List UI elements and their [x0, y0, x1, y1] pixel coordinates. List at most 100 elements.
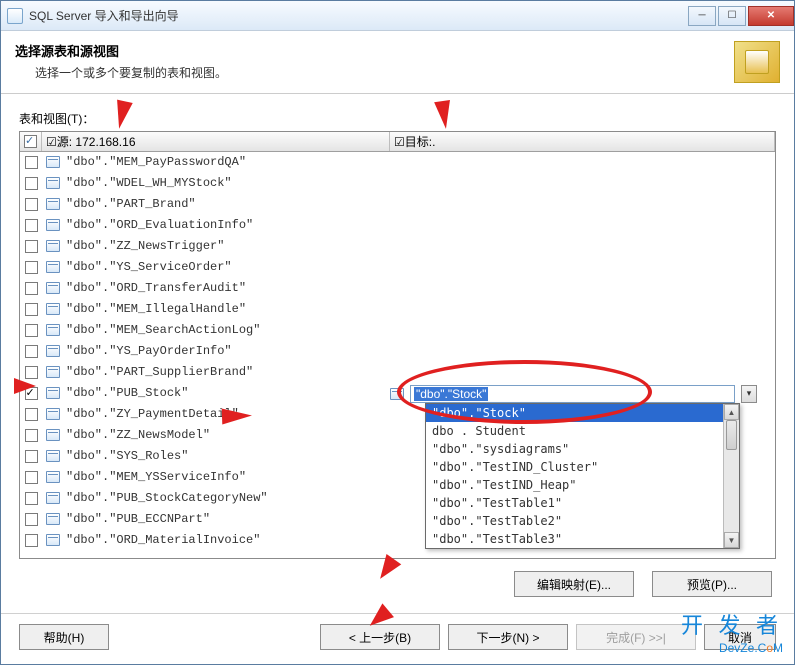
table-icon: [46, 450, 60, 462]
header-destination[interactable]: ☑ 目标:.: [390, 132, 775, 151]
select-all-checkbox[interactable]: [24, 135, 37, 148]
source-name: "dbo"."ZZ_NewsTrigger": [66, 239, 224, 253]
row-checkbox[interactable]: [25, 450, 38, 463]
wizard-header: 选择源表和源视图 选择一个或多个要复制的表和视图。: [1, 31, 794, 94]
table-row[interactable]: "dbo"."WDEL_WH_MYStock": [20, 173, 775, 194]
table-icon: [46, 219, 60, 231]
row-checkbox[interactable]: [25, 324, 38, 337]
grid-actions: 编辑映射(E)... 预览(P)...: [19, 559, 776, 601]
row-checkbox[interactable]: [25, 366, 38, 379]
scroll-up-icon[interactable]: ▲: [724, 404, 739, 420]
table-row[interactable]: "dbo"."MEM_PayPasswordQA": [20, 152, 775, 173]
destination-editbox[interactable]: "dbo"."Stock": [410, 385, 735, 403]
row-checkbox[interactable]: [25, 261, 38, 274]
nav-buttons: < 上一步(B) 下一步(N) > 完成(F) >>| 取消: [320, 624, 776, 650]
row-checkbox[interactable]: [25, 282, 38, 295]
dropdown-option[interactable]: dbo . Student: [426, 422, 739, 440]
source-name: "dbo"."ORD_MaterialInvoice": [66, 533, 260, 547]
table-icon: [46, 366, 60, 378]
row-checkbox[interactable]: [25, 177, 38, 190]
grid-body: "dbo"."MEM_PayPasswordQA" "dbo"."WDEL_WH_…: [20, 152, 775, 558]
table-icon: [46, 471, 60, 483]
table-row[interactable]: "dbo"."YS_PayOrderInfo": [20, 341, 775, 362]
table-icon: [46, 177, 60, 189]
destination-cell[interactable]: "dbo"."Stock": [390, 383, 757, 404]
table-icon: [46, 156, 60, 168]
table-row[interactable]: "dbo"."MEM_IllegalHandle": [20, 299, 775, 320]
dropdown-option[interactable]: "dbo"."TestTable3": [426, 530, 739, 548]
table-row[interactable]: "dbo"."ORD_TransferAudit": [20, 278, 775, 299]
source-name: "dbo"."PUB_Stock": [66, 386, 188, 400]
table-row[interactable]: "dbo"."PART_Brand": [20, 194, 775, 215]
source-name: "dbo"."ORD_EvaluationInfo": [66, 218, 253, 232]
source-name: "dbo"."SYS_Roles": [66, 449, 188, 463]
dropdown-option[interactable]: "dbo"."TestIND_Heap": [426, 476, 739, 494]
maximize-button[interactable]: ☐: [718, 6, 746, 26]
destination-dropdown[interactable]: "dbo"."Stock"dbo . Student"dbo"."sysdiag…: [425, 403, 740, 549]
source-name: "dbo"."ORD_TransferAudit": [66, 281, 246, 295]
source-name: "dbo"."PUB_ECCNPart": [66, 512, 210, 526]
tables-label: 表和视图(T)：: [19, 110, 776, 127]
dropdown-option[interactable]: "dbo"."sysdiagrams": [426, 440, 739, 458]
scroll-down-icon[interactable]: ▼: [724, 532, 739, 548]
header-source[interactable]: ☑ 源: 172.168.16: [42, 132, 390, 151]
minimize-button[interactable]: ─: [688, 6, 716, 26]
preview-button[interactable]: 预览(P)...: [652, 571, 772, 597]
header-checkbox-cell[interactable]: [20, 132, 42, 151]
table-row[interactable]: "dbo"."ZZ_NewsTrigger": [20, 236, 775, 257]
grid-header: ☑ 源: 172.168.16 ☑ 目标:.: [20, 132, 775, 152]
source-name: "dbo"."PART_Brand": [66, 197, 196, 211]
table-row[interactable]: "dbo"."MEM_SearchActionLog": [20, 320, 775, 341]
wizard-window: SQL Server 导入和导出向导 ─ ☐ ✕ 选择源表和源视图 选择一个或多…: [0, 0, 795, 665]
window-title: SQL Server 导入和导出向导: [29, 7, 686, 24]
table-row[interactable]: "dbo"."YS_ServiceOrder": [20, 257, 775, 278]
row-checkbox[interactable]: [25, 156, 38, 169]
wizard-footer: 帮助(H) < 上一步(B) 下一步(N) > 完成(F) >>| 取消: [1, 624, 794, 664]
scrollbar[interactable]: ▲ ▼: [723, 404, 739, 548]
cancel-button[interactable]: 取消: [704, 624, 776, 650]
next-button[interactable]: 下一步(N) >: [448, 624, 568, 650]
table-row[interactable]: "dbo"."ORD_EvaluationInfo": [20, 215, 775, 236]
table-icon: [46, 303, 60, 315]
row-checkbox[interactable]: [25, 492, 38, 505]
table-icon: [46, 408, 60, 420]
table-row[interactable]: "dbo"."PART_SupplierBrand": [20, 362, 775, 383]
row-checkbox[interactable]: [25, 471, 38, 484]
table-icon: [46, 387, 60, 399]
dropdown-option[interactable]: "dbo"."TestTable1": [426, 494, 739, 512]
row-checkbox[interactable]: [25, 429, 38, 442]
row-checkbox[interactable]: [25, 408, 38, 421]
dropdown-option[interactable]: "dbo"."Stock": [426, 404, 739, 422]
help-button[interactable]: 帮助(H): [19, 624, 109, 650]
row-checkbox[interactable]: [25, 303, 38, 316]
wizard-icon: [734, 41, 780, 83]
dropdown-option[interactable]: "dbo"."TestTable2": [426, 512, 739, 530]
row-checkbox[interactable]: [25, 513, 38, 526]
row-checkbox[interactable]: [25, 345, 38, 358]
source-name: "dbo"."PUB_StockCategoryNew": [66, 491, 268, 505]
source-name: "dbo"."PART_SupplierBrand": [66, 365, 253, 379]
source-name: "dbo"."ZY_PaymentDetail": [66, 407, 239, 421]
table-icon: [46, 261, 60, 273]
back-button[interactable]: < 上一步(B): [320, 624, 440, 650]
source-name: "dbo"."MEM_YSServiceInfo": [66, 470, 246, 484]
scroll-thumb[interactable]: [726, 420, 737, 450]
title-bar: SQL Server 导入和导出向导 ─ ☐ ✕: [1, 1, 794, 31]
table-icon: [46, 345, 60, 357]
close-button[interactable]: ✕: [748, 6, 794, 26]
row-checkbox[interactable]: [25, 219, 38, 232]
row-checkbox[interactable]: [25, 198, 38, 211]
source-name: "dbo"."MEM_PayPasswordQA": [66, 155, 246, 169]
table-icon: [46, 240, 60, 252]
row-checkbox[interactable]: [25, 387, 38, 400]
source-name: "dbo"."YS_PayOrderInfo": [66, 344, 232, 358]
table-icon: [46, 429, 60, 441]
table-icon: [46, 324, 60, 336]
table-icon: [46, 198, 60, 210]
row-checkbox[interactable]: [25, 534, 38, 547]
dropdown-option[interactable]: "dbo"."TestIND_Cluster": [426, 458, 739, 476]
dropdown-button[interactable]: [741, 385, 757, 403]
row-checkbox[interactable]: [25, 240, 38, 253]
edit-mapping-button[interactable]: 编辑映射(E)...: [514, 571, 634, 597]
table-icon: [46, 534, 60, 546]
